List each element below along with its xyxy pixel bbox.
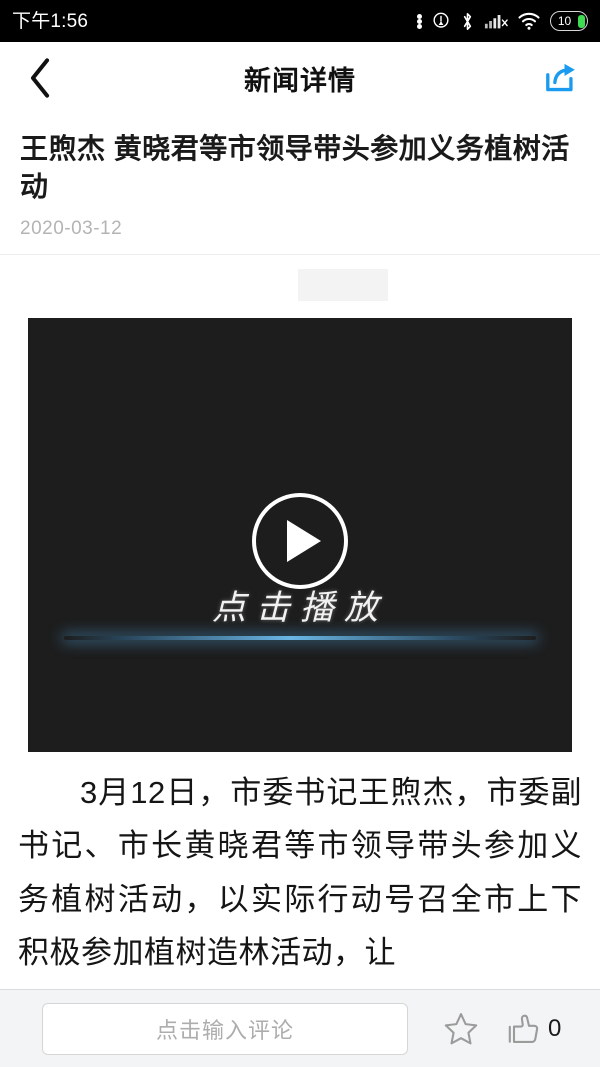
- like-count: 0: [548, 1014, 562, 1042]
- thumbs-up-outline-icon: [508, 1014, 539, 1043]
- wifi-icon: [518, 12, 540, 30]
- play-label: 点击播放: [212, 588, 388, 628]
- status-bar-clock: 下午1:56: [12, 10, 89, 32]
- article-title: 王煦杰 黄晓君等市领导带头参加义务植树活动: [20, 133, 570, 203]
- like-button[interactable]: 0: [505, 1011, 561, 1047]
- location-icon: [433, 12, 449, 28]
- star-outline-icon: [444, 1012, 478, 1044]
- battery-percent-label: 10: [557, 14, 572, 28]
- app-screen: 下午1:56 10 新闻详情 王煦杰 黄晓君等市领导带头参加义务植树活动 202…: [0, 0, 600, 1067]
- status-bar: 下午1:56 10: [0, 0, 600, 42]
- status-bar-icons: 10: [417, 11, 588, 32]
- article-date: 2020-03-12: [20, 218, 123, 240]
- share-icon: [546, 63, 575, 92]
- video-player[interactable]: 点击播放: [28, 318, 572, 752]
- back-button[interactable]: [16, 54, 64, 102]
- back-chevron-icon: [30, 58, 50, 98]
- more-dots-icon: [417, 13, 422, 29]
- cellular-signal-icon: [484, 15, 508, 29]
- play-triangle-icon: [287, 520, 321, 562]
- favorite-button[interactable]: [438, 1006, 484, 1052]
- inline-image-placeholder: [298, 269, 388, 301]
- play-button[interactable]: [252, 493, 348, 589]
- battery-icon: 10: [550, 11, 588, 31]
- header-divider: [0, 254, 600, 256]
- play-glow-line: [64, 636, 536, 640]
- share-button[interactable]: [538, 56, 582, 100]
- comment-placeholder: 点击输入评论: [155, 1017, 294, 1043]
- battery-level-fill: [577, 14, 585, 28]
- page-title: 新闻详情: [244, 65, 356, 96]
- bluetooth-icon: [463, 12, 472, 30]
- article-body: 3月12日，市委书记王煦杰，市委副书记、市长黄晓君等市领导带头参加义务植树活动，…: [18, 775, 582, 970]
- bottom-action-bar: 点击输入评论 0: [0, 989, 600, 1067]
- nav-bar: 新闻详情: [0, 42, 600, 114]
- article-container: 王煦杰 黄晓君等市领导带头参加义务植树活动 2020-03-12 点击播放 3月…: [0, 114, 600, 1067]
- comment-input[interactable]: 点击输入评论: [42, 1002, 408, 1055]
